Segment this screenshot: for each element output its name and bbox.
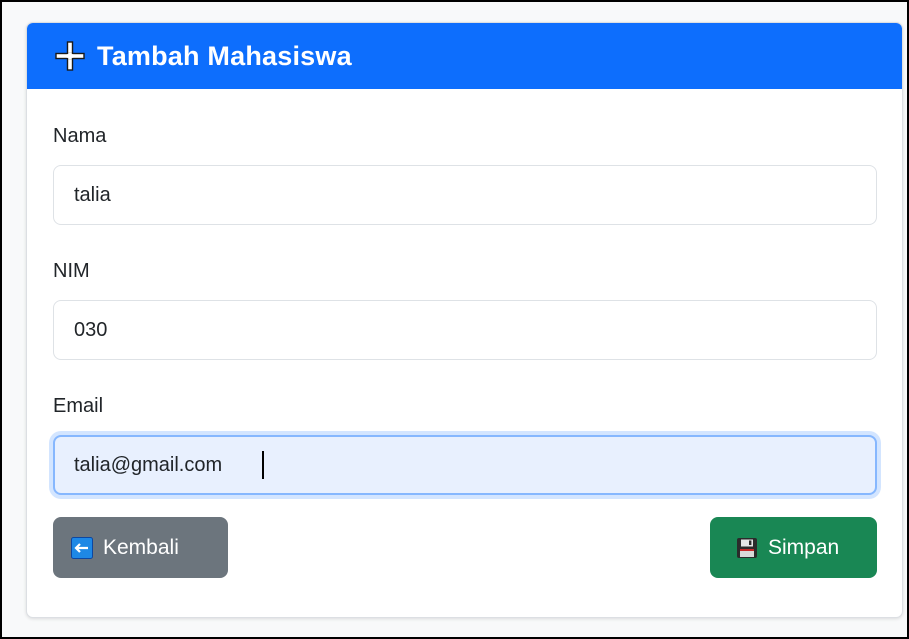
back-button-label: Kembali bbox=[103, 535, 179, 559]
save-button-label: Simpan bbox=[768, 535, 840, 559]
window-frame: Tambah Mahasiswa Nama NIM Email bbox=[0, 0, 909, 639]
nama-input[interactable] bbox=[53, 165, 877, 225]
form-body: Nama NIM Email bbox=[27, 123, 902, 578]
nim-input[interactable] bbox=[53, 300, 877, 360]
save-button[interactable]: Simpan bbox=[710, 517, 877, 578]
add-student-card: Tambah Mahasiswa Nama NIM Email bbox=[26, 22, 903, 618]
plus-icon bbox=[55, 41, 85, 71]
email-input-wrapper bbox=[53, 435, 877, 495]
nim-label: NIM bbox=[53, 260, 90, 282]
email-group: Email bbox=[53, 393, 877, 495]
email-input[interactable] bbox=[53, 435, 877, 495]
card-header: Tambah Mahasiswa bbox=[27, 23, 902, 89]
nama-label: Nama bbox=[53, 125, 107, 147]
left-arrow-icon bbox=[71, 536, 93, 559]
nama-group: Nama bbox=[53, 123, 877, 225]
page-title: Tambah Mahasiswa bbox=[97, 40, 352, 71]
floppy-disk-icon bbox=[736, 537, 758, 559]
text-caret bbox=[262, 451, 264, 479]
nim-group: NIM bbox=[53, 258, 877, 360]
email-label: Email bbox=[53, 395, 104, 417]
back-button[interactable]: Kembali bbox=[53, 517, 228, 578]
action-row: Kembali Simpan bbox=[53, 517, 877, 578]
